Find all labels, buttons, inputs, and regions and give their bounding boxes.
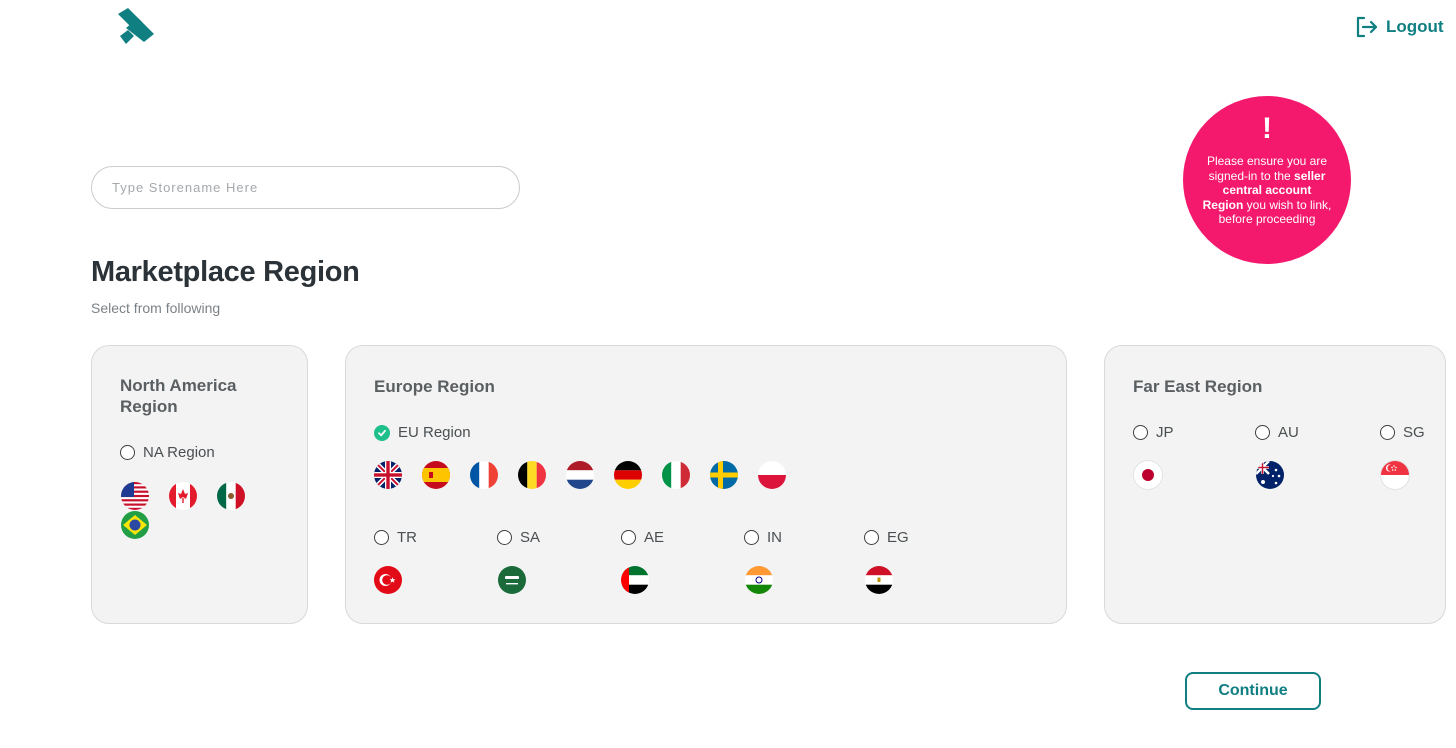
flag-ae-icon (621, 566, 649, 594)
radio-unchecked-icon (1380, 425, 1395, 440)
in-radio[interactable]: IN (744, 529, 782, 546)
na-region-radio[interactable]: NA Region (120, 444, 215, 461)
page-title: Marketplace Region (91, 256, 360, 288)
radio-unchecked-icon (864, 530, 879, 545)
card-title: North America Region (120, 376, 237, 416)
storename-input[interactable] (91, 166, 520, 209)
flag-se-icon (710, 461, 738, 489)
flag-sg-icon (1381, 461, 1409, 489)
flag-it-icon (662, 461, 690, 489)
flag-tr-icon (374, 566, 402, 594)
europe-region-card: Europe Region EU Region TR SA AE IN EG (345, 345, 1067, 624)
eg-radio[interactable]: EG (864, 529, 909, 546)
flag-sa-icon (498, 566, 526, 594)
flag-de-icon (614, 461, 642, 489)
flag-be-icon (518, 461, 546, 489)
radio-unchecked-icon (374, 530, 389, 545)
flag-nl-icon (566, 461, 594, 489)
flag-pl-icon (758, 461, 786, 489)
exclamation-icon: ! (1262, 112, 1272, 145)
flag-es-icon (422, 461, 450, 489)
brand-logo (116, 6, 156, 46)
continue-button[interactable]: Continue (1185, 672, 1321, 710)
checkmark-icon (374, 424, 390, 441)
far-east-region-card: Far East Region JP AU SG (1104, 345, 1446, 624)
flag-gb-icon (374, 461, 402, 489)
flag-eg-icon (865, 566, 893, 594)
flag-us-icon (121, 482, 149, 510)
signin-notice-badge: ! Please ensure you are signed-in to the… (1183, 96, 1351, 264)
radio-unchecked-icon (120, 445, 135, 460)
au-radio[interactable]: AU (1255, 424, 1299, 441)
flag-fr-icon (470, 461, 498, 489)
flag-br-icon (121, 511, 149, 539)
flag-mx-icon (217, 482, 245, 510)
ae-radio[interactable]: AE (621, 529, 664, 546)
eu-region-radio[interactable]: EU Region (374, 424, 471, 441)
tr-radio[interactable]: TR (374, 529, 417, 546)
flag-ca-icon (169, 482, 197, 510)
flag-jp-icon (1134, 461, 1162, 489)
logout-label: Logout (1386, 17, 1444, 36)
card-title: Far East Region (1133, 377, 1263, 396)
radio-unchecked-icon (744, 530, 759, 545)
card-title: Europe Region (374, 377, 495, 396)
page-subtitle: Select from following (91, 300, 221, 316)
logout-button[interactable]: Logout (1354, 14, 1444, 40)
north-america-region-card: North America Region NA Region (91, 345, 308, 624)
sa-radio[interactable]: SA (497, 529, 540, 546)
radio-unchecked-icon (621, 530, 636, 545)
radio-unchecked-icon (1133, 425, 1148, 440)
jp-radio[interactable]: JP (1133, 424, 1174, 441)
flag-in-icon (745, 566, 773, 594)
radio-unchecked-icon (497, 530, 512, 545)
sg-radio[interactable]: SG (1380, 424, 1425, 441)
logout-icon (1356, 16, 1378, 38)
notice-text: Please ensure you are signed-in to the s… (1202, 154, 1332, 226)
radio-unchecked-icon (1255, 425, 1270, 440)
flag-au-icon (1256, 461, 1284, 489)
